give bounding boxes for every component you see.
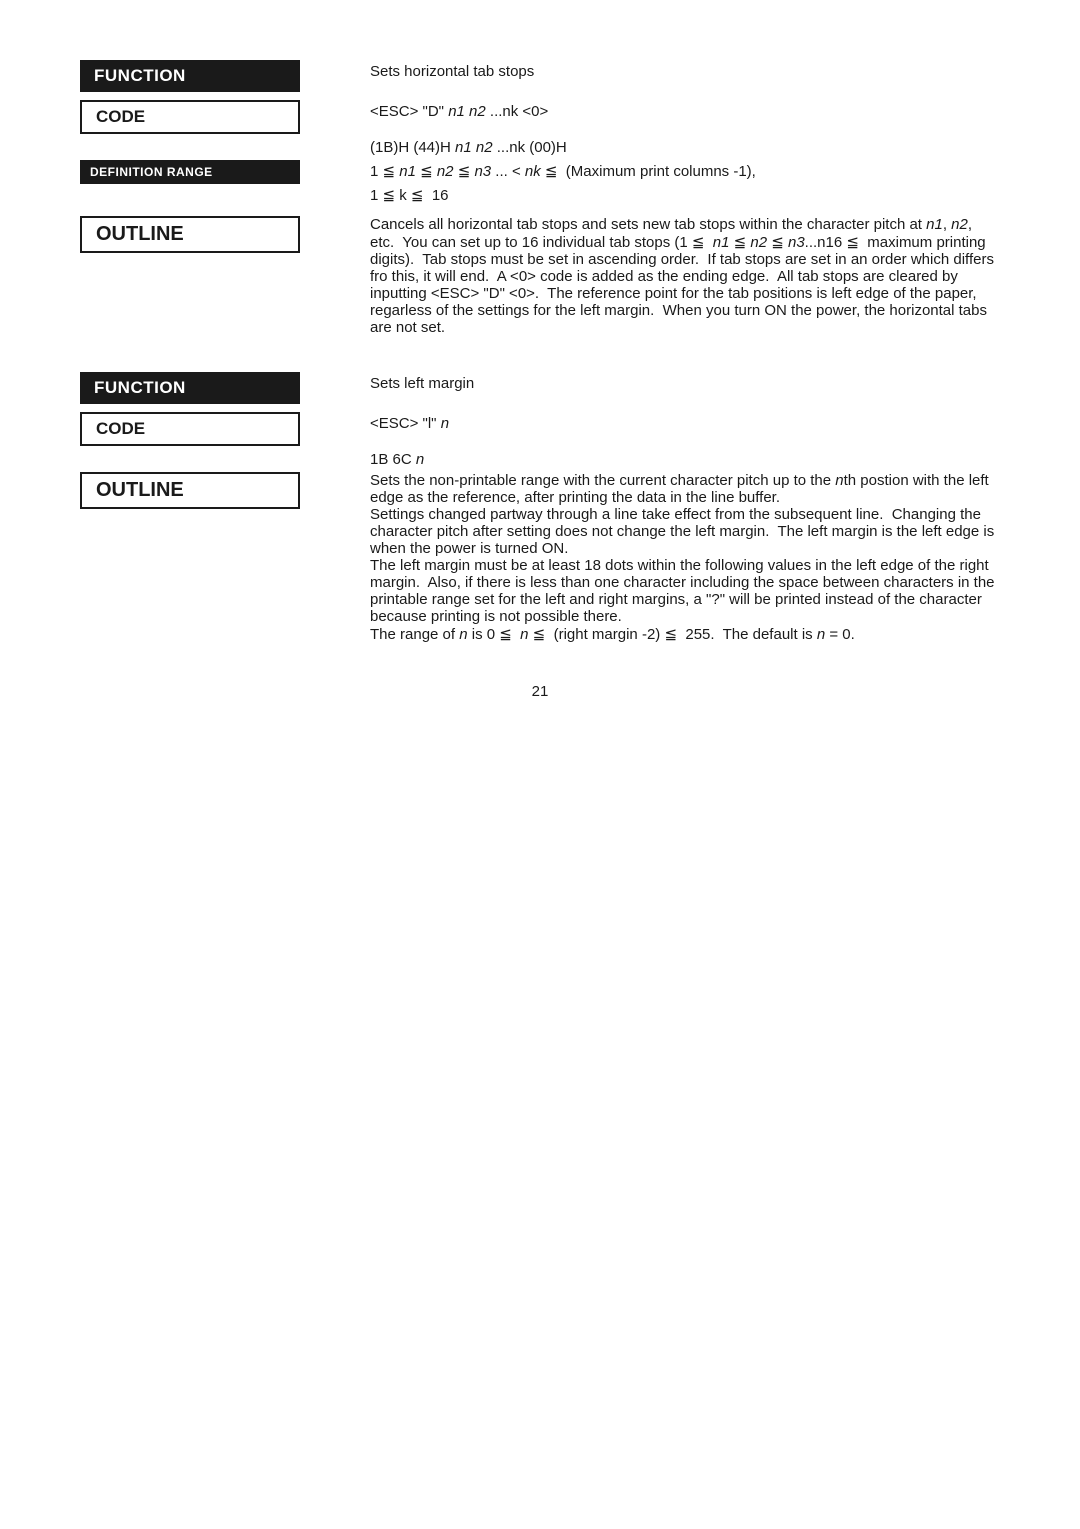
outline-para-2-1: Settings changed partway through a line … (370, 506, 1000, 557)
page: FUNCTION Sets horizontal tab stops CODE … (0, 0, 1080, 1529)
outline-label-1: OUTLINE (80, 216, 300, 253)
section2-function-desc: Sets left margin (360, 372, 1000, 412)
section1-code-content: <ESC> "D" n1 n2 ...nk <0> (1B)H (44)H n1… (360, 100, 1000, 160)
section1-function-desc: Sets horizontal tab stops (360, 60, 1000, 100)
code-label-1: CODE (80, 100, 300, 134)
def-range-text2: 1 ≦ k ≦ 16 (370, 184, 1000, 208)
section2-code-content: <ESC> "l" n 1B 6C n (360, 412, 1000, 472)
section1-left-outline: OUTLINE (80, 216, 360, 261)
section-divider-1 (80, 336, 1000, 372)
outline-label-2: OUTLINE (80, 472, 300, 509)
code-label-2: CODE (80, 412, 300, 446)
section1-code-row: CODE <ESC> "D" n1 n2 ...nk <0> (1B)H (44… (80, 100, 1000, 160)
function-label-2: FUNCTION (80, 372, 300, 404)
section1-left-definition: DEFINITION RANGE (80, 160, 360, 192)
section2-outline-row: OUTLINE Sets the non-printable range wit… (80, 472, 1000, 643)
code-text1-1: <ESC> "D" n1 n2 ...nk <0> (370, 100, 1000, 124)
section2-function-row: FUNCTION Sets left margin (80, 372, 1000, 412)
definition-label-1: DEFINITION RANGE (80, 160, 300, 184)
code-text1-2: <ESC> "l" n (370, 412, 1000, 436)
code-text2-1: (1B)H (44)H n1 n2 ...nk (00)H (370, 136, 1000, 160)
section2-left-function: FUNCTION (80, 372, 360, 412)
outline-para-2-2: The left margin must be at least 18 dots… (370, 557, 1000, 625)
section1-outline-row: OUTLINE Cancels all horizontal tab stops… (80, 216, 1000, 336)
outline-para-1-0: Cancels all horizontal tab stops and set… (370, 216, 1000, 336)
section1-function-row: FUNCTION Sets horizontal tab stops (80, 60, 1000, 100)
section2-outline-content: Sets the non-printable range with the cu… (360, 472, 1000, 643)
section1-definition-row: DEFINITION RANGE 1 ≦ n1 ≦ n2 ≦ n3 ... < … (80, 160, 1000, 208)
code-text2-2: 1B 6C n (370, 448, 1000, 472)
section2-code-row: CODE <ESC> "l" n 1B 6C n (80, 412, 1000, 472)
function-desc-1: Sets horizontal tab stops (370, 60, 1000, 84)
section1-left-function: FUNCTION (80, 60, 360, 100)
section2-left-outline: OUTLINE (80, 472, 360, 517)
def-range-text1: 1 ≦ n1 ≦ n2 ≦ n3 ... < nk ≦ (Maximum pri… (370, 160, 1000, 184)
section2-left-code: CODE (80, 412, 360, 472)
section1-definition-content: 1 ≦ n1 ≦ n2 ≦ n3 ... < nk ≦ (Maximum pri… (360, 160, 1000, 208)
function-label-1: FUNCTION (80, 60, 300, 92)
outline-para-2-3: The range of n is 0 ≦ n ≦ (right margin … (370, 625, 1000, 643)
section1-outline-content: Cancels all horizontal tab stops and set… (360, 216, 1000, 336)
page-number: 21 (80, 683, 1000, 700)
outline-para-2-0: Sets the non-printable range with the cu… (370, 472, 1000, 506)
section1-left-code: CODE (80, 100, 360, 160)
function-desc-2: Sets left margin (370, 372, 1000, 396)
